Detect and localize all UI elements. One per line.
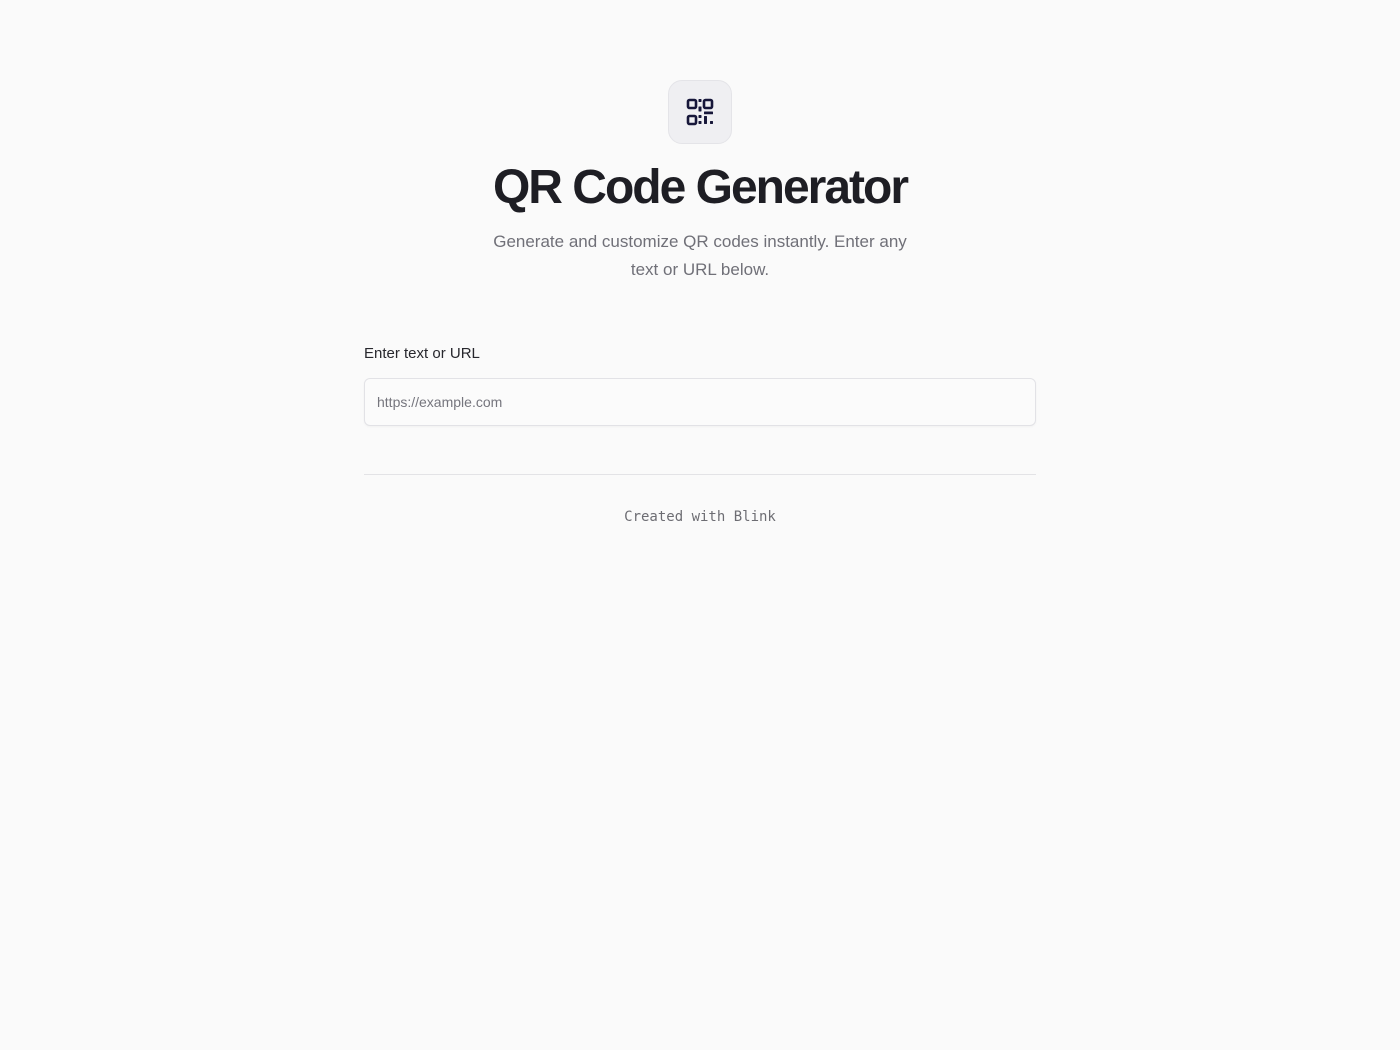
page-title: QR Code Generator [492, 161, 909, 214]
main-content: QR Code Generator Generate and customize… [364, 80, 1036, 527]
page: QR Code Generator Generate and customize… [0, 0, 1400, 1050]
qr-code-icon [686, 98, 714, 126]
qr-input-form: Enter text or URL [364, 344, 1036, 426]
text-url-label: Enter text or URL [364, 345, 480, 362]
page-subtitle: Generate and customize QR codes instantl… [493, 232, 907, 279]
footer-credit: Created with Blink [624, 509, 776, 525]
text-url-input[interactable] [364, 378, 1036, 426]
logo-tile [668, 80, 732, 144]
logo-area [364, 80, 1036, 144]
footer-divider [364, 474, 1036, 475]
